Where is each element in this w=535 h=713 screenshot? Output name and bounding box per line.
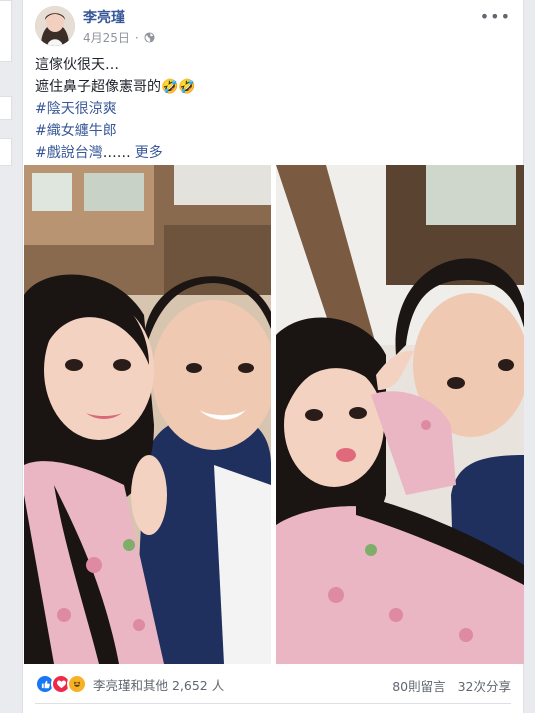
post-body: 這傢伙很天… 遮住鼻子超像憲哥的🤣🤣 #陰天很涼爽 #織女纏牛郎 #戲說台灣………	[35, 54, 511, 164]
globe-icon	[144, 32, 155, 43]
shares-count[interactable]: 32次分享	[458, 676, 511, 695]
photo-right[interactable]	[276, 165, 524, 664]
post-meta: 4月25日 ·	[83, 29, 155, 46]
comments-count[interactable]: 80則留言	[392, 676, 445, 695]
divider	[35, 703, 511, 704]
post-header: 李亮瑾 4月25日 · •••	[35, 6, 515, 48]
post-line: 這傢伙很天…	[35, 57, 119, 73]
selfie-photo-1	[24, 165, 271, 664]
photo-grid	[24, 165, 524, 664]
reactions-summary[interactable]: 李亮瑾和其他 2,652 人	[35, 674, 224, 694]
more-dots-icon[interactable]: •••	[480, 7, 511, 26]
meta-separator: ·	[134, 30, 139, 45]
sidebar-fragment	[0, 0, 12, 62]
sidebar-fragment	[0, 96, 12, 120]
post-line: 遮住鼻子超像憲哥的🤣🤣	[35, 79, 196, 95]
avatar[interactable]	[35, 6, 75, 46]
ellipsis: ……	[102, 145, 131, 161]
hashtag-link[interactable]: #戲說台灣	[35, 145, 103, 161]
post-card: 李亮瑾 4月25日 · ••• 這傢伙很天… 遮住鼻子超像憲哥的🤣🤣 #陰天很涼…	[22, 0, 524, 713]
post-footer: 李亮瑾和其他 2,652 人 80則留言 32次分享	[35, 672, 511, 700]
author-name[interactable]: 李亮瑾	[83, 7, 125, 27]
photo-left[interactable]	[24, 165, 271, 664]
selfie-photo-2	[276, 165, 524, 664]
avatar-image	[35, 6, 75, 46]
sidebar-fragment	[0, 138, 12, 166]
hashtag-link[interactable]: #陰天很涼爽	[35, 101, 117, 117]
engagement-counts: 80則留言 32次分享	[392, 676, 511, 695]
haha-icon	[67, 674, 87, 694]
hashtag-link[interactable]: #織女纏牛郎	[35, 123, 117, 139]
post-date[interactable]: 4月25日	[83, 29, 130, 46]
reactions-label[interactable]: 李亮瑾和其他 2,652 人	[93, 675, 224, 694]
see-more-link[interactable]: 更多	[135, 145, 163, 161]
left-column-fragment	[0, 0, 12, 713]
